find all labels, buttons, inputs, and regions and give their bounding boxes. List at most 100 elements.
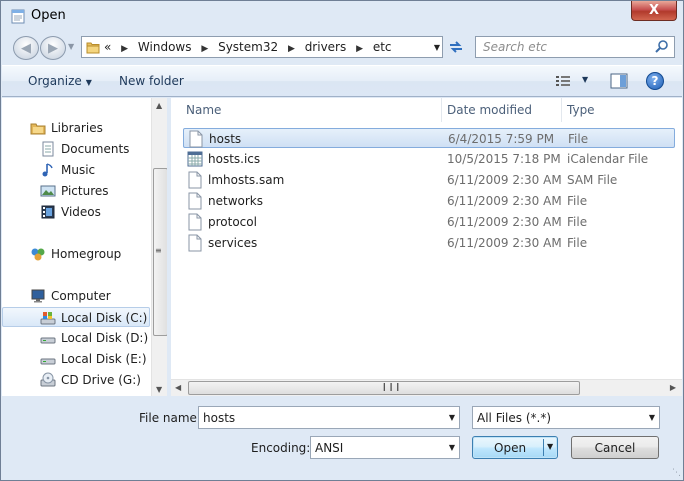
column-header-type[interactable]: Type	[562, 98, 682, 122]
title-bar[interactable]: Open X	[1, 1, 683, 31]
chevron-down-icon: ▼	[582, 75, 589, 84]
table-row[interactable]: hosts 6/4/2015 7:59 PM File	[183, 128, 675, 148]
help-icon[interactable]: ?	[646, 72, 664, 90]
sidebar-item-label: Documents	[61, 142, 130, 156]
file-date: 6/11/2009 2:30 AM	[447, 215, 562, 229]
breadcrumb-etc[interactable]: etc	[373, 40, 392, 54]
chevron-right-icon: ▶	[121, 44, 129, 54]
videos-icon	[41, 205, 55, 219]
open-button[interactable]: Open ▼	[472, 436, 558, 459]
back-arrow-icon: ◀	[21, 40, 31, 56]
sidebar-item-label: Pictures	[61, 184, 109, 198]
file-name: services	[208, 236, 258, 250]
column-header-name[interactable]: Name ˄	[171, 98, 442, 122]
sidebar-item-label: Local Disk (C:)	[61, 311, 148, 325]
computer-icon	[31, 289, 45, 303]
file-icon	[188, 213, 202, 231]
search-placeholder: Search etc	[483, 40, 547, 54]
sidebar-item-documents[interactable]: Documents	[2, 139, 150, 159]
file-type-filter[interactable]: All Files (*.*) ▼	[472, 406, 660, 429]
grip-icon: ❙❙❙	[381, 382, 402, 391]
chevron-down-icon[interactable]: ▼	[449, 413, 455, 422]
chevron-right-icon: ▶	[201, 44, 209, 54]
encoding-label: Encoding:	[251, 441, 311, 455]
column-date-label: Date modified	[447, 103, 533, 117]
sidebar-item-label: Videos	[61, 205, 101, 219]
sidebar-item-computer[interactable]: Computer	[2, 286, 150, 306]
file-date: 10/5/2015 7:18 PM	[447, 152, 561, 166]
sidebar-item-label: Music	[61, 163, 96, 177]
change-view-button[interactable]: ▼	[553, 72, 593, 92]
table-row[interactable]: hosts.ics 10/5/2015 7:18 PM iCalendar Fi…	[183, 149, 675, 169]
sidebar-item-homegroup[interactable]: Homegroup	[2, 244, 150, 264]
scroll-left-icon[interactable]: ◀	[175, 383, 181, 392]
sidebar-item-libraries[interactable]: Libraries	[2, 118, 150, 138]
forward-button[interactable]: ▶	[40, 36, 66, 60]
file-type: File	[567, 215, 588, 229]
breadcrumb-windows[interactable]: Windows	[138, 40, 192, 54]
preview-pane-icon[interactable]	[610, 72, 628, 90]
horizontal-scrollbar[interactable]: ◀ ❙❙❙ ▶	[171, 379, 682, 396]
scroll-right-icon[interactable]: ▶	[670, 383, 676, 392]
file-name-field[interactable]: hosts ▼	[198, 406, 460, 429]
column-type-label: Type	[567, 103, 595, 117]
close-icon: X	[648, 3, 660, 18]
cancel-button[interactable]: Cancel	[571, 436, 659, 459]
breadcrumb-overflow[interactable]: «	[104, 40, 111, 54]
grip-icon: ≡	[155, 246, 162, 255]
address-bar[interactable]: « ▶ Windows ▶ System32 ▶ drivers ▶ etc ▼	[81, 36, 443, 58]
address-dropdown-icon[interactable]: ▼	[434, 43, 440, 52]
chevron-down-icon[interactable]: ▼	[547, 442, 553, 451]
sidebar-item-cd-drive-g[interactable]: CD Drive (G:)	[2, 370, 150, 390]
organize-menu[interactable]: Organize ▼	[28, 74, 92, 88]
chevron-down-icon: ▼	[85, 78, 92, 87]
close-button[interactable]: X	[631, 1, 677, 21]
sidebar-item-music[interactable]: Music	[2, 160, 150, 180]
sidebar-item-label: Homegroup	[51, 247, 122, 261]
table-row[interactable]: protocol 6/11/2009 2:30 AM File	[183, 212, 675, 232]
file-date: 6/11/2009 2:30 AM	[447, 236, 562, 250]
notepad-icon	[11, 9, 25, 24]
file-name-value: hosts	[203, 411, 236, 425]
table-row[interactable]: networks 6/11/2009 2:30 AM File	[183, 191, 675, 211]
file-icon	[188, 192, 202, 210]
file-name: hosts.ics	[208, 152, 261, 166]
file-name-label: File name:	[139, 411, 201, 425]
sidebar-item-videos[interactable]: Videos	[2, 202, 150, 222]
file-date: 6/11/2009 2:30 AM	[447, 194, 562, 208]
nav-scrollbar[interactable]: ▲ ≡ ▼	[151, 98, 167, 396]
breadcrumb: « ▶ Windows ▶ System32 ▶ drivers ▶ etc	[104, 40, 392, 54]
breadcrumb-system32[interactable]: System32	[218, 40, 278, 54]
table-row[interactable]: services 6/11/2009 2:30 AM File	[183, 233, 675, 253]
search-input[interactable]: Search etc	[475, 36, 675, 58]
pictures-icon	[40, 185, 56, 197]
encoding-select[interactable]: ANSI ▼	[310, 436, 460, 459]
file-icon	[188, 171, 202, 189]
file-type: File	[567, 236, 588, 250]
navigation-pane: Libraries Documents Music Pictures Video…	[2, 98, 167, 396]
search-icon[interactable]	[654, 39, 670, 55]
command-bar: Organize ▼ New folder ▼ ?	[2, 65, 682, 97]
table-row[interactable]: lmhosts.sam 6/11/2009 2:30 AM SAM File	[183, 170, 675, 190]
file-date: 6/11/2009 2:30 AM	[447, 173, 562, 187]
scroll-down-icon[interactable]: ▼	[156, 385, 162, 394]
sidebar-item-pictures[interactable]: Pictures	[2, 181, 150, 201]
breadcrumb-drivers[interactable]: drivers	[305, 40, 347, 54]
column-header-date[interactable]: Date modified	[442, 98, 562, 122]
refresh-icon	[450, 41, 462, 53]
refresh-button[interactable]	[444, 36, 468, 58]
recent-locations-icon[interactable]: ▼	[68, 42, 74, 51]
scroll-up-icon[interactable]: ▲	[156, 101, 162, 110]
sidebar-item-local-disk-e[interactable]: Local Disk (E:)	[2, 349, 150, 369]
sidebar-item-local-disk-d[interactable]: Local Disk (D:)	[2, 328, 150, 348]
sidebar-item-local-disk-c[interactable]: Local Disk (C:)	[2, 307, 150, 327]
back-button[interactable]: ◀	[13, 36, 39, 60]
new-folder-button[interactable]: New folder	[119, 74, 184, 88]
column-name-label: Name	[186, 103, 222, 117]
local-disk-c-icon	[40, 312, 56, 325]
sidebar-item-label: Local Disk (E:)	[61, 352, 147, 366]
resize-grip-icon[interactable]: ⋱	[672, 468, 681, 478]
file-type-filter-value: All Files (*.*)	[477, 411, 552, 425]
sidebar-item-label: CD Drive (G:)	[61, 373, 141, 387]
chevron-down-icon: ▼	[448, 443, 455, 452]
